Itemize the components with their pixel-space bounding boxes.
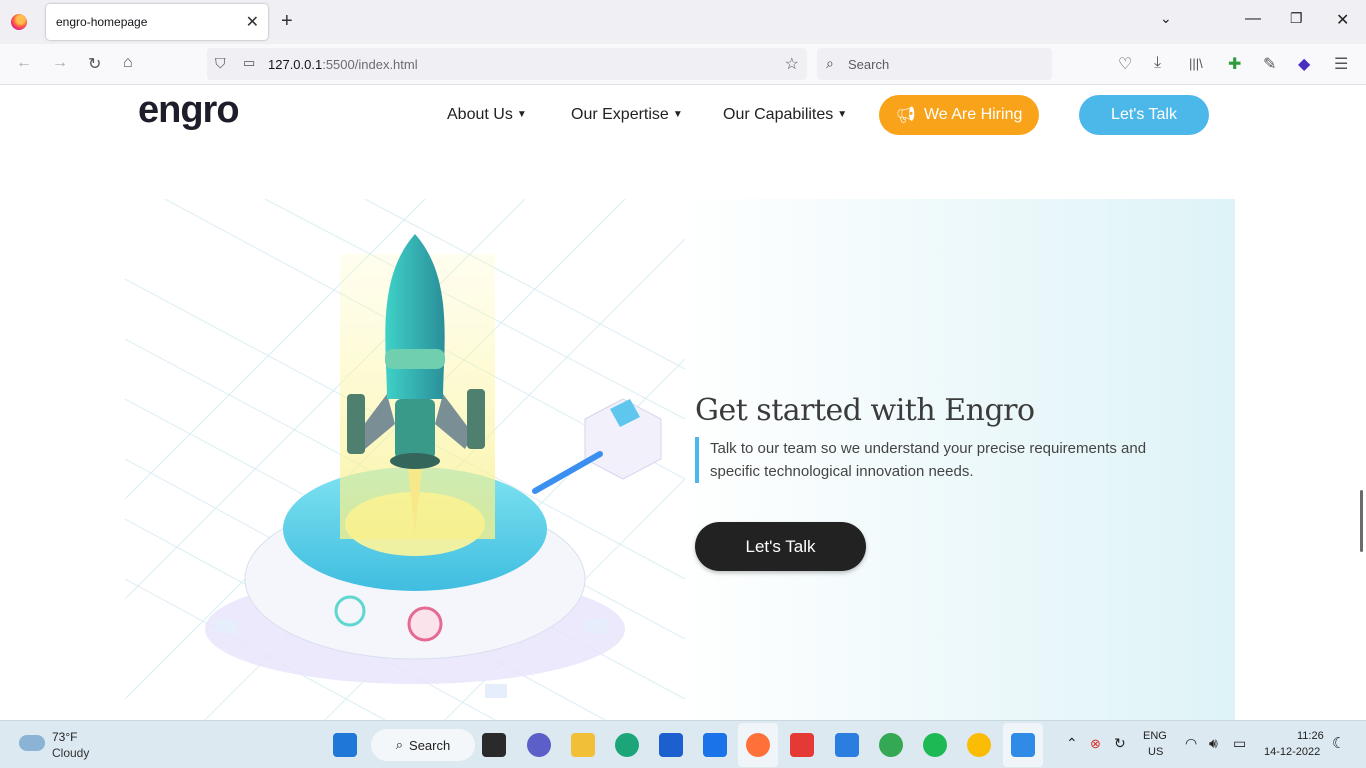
we-are-hiring-button[interactable]: 📢︎ We Are Hiring — [879, 95, 1039, 135]
shield-icon[interactable]: ⛉ — [215, 55, 226, 72]
lets-talk-cta-button[interactable]: Let's Talk — [695, 522, 866, 571]
search-placeholder: Search — [848, 57, 890, 72]
task-view-icon[interactable] — [482, 733, 506, 757]
start-icon[interactable] — [333, 733, 357, 757]
downloads-icon[interactable]: ⤓ — [1154, 54, 1161, 72]
language-top[interactable]: ENG — [1143, 730, 1167, 742]
new-tab-icon[interactable]: + — [281, 10, 293, 33]
wps-office-icon[interactable] — [790, 733, 814, 757]
search-icon: ⌕ — [395, 737, 404, 752]
tab-list-chevron-icon[interactable]: ⌄ — [1160, 10, 1172, 27]
wifi-icon[interactable]: ◠ — [1185, 735, 1197, 752]
page-content: engro About Us ▼ Our Expertise ▼ Our Capab… — [0, 85, 1366, 720]
nav-our-capabilities-label: Our Capabilites — [723, 106, 834, 123]
edge-icon[interactable] — [615, 733, 639, 757]
nav-our-capabilities[interactable]: Our Capabilites ▼ — [723, 106, 847, 124]
bookmark-star-icon[interactable]: ☆ — [785, 54, 799, 74]
nav-about-us-label: About Us — [447, 106, 513, 123]
library-icon[interactable]: |||\ — [1189, 56, 1203, 71]
forward-icon[interactable]: → — [52, 54, 68, 72]
clock-date[interactable]: 14-12-2022 — [1264, 746, 1320, 758]
extension-plus-icon[interactable]: ✚ — [1228, 54, 1241, 74]
nav-our-expertise[interactable]: Our Expertise ▼ — [571, 106, 683, 124]
battery-icon[interactable]: ▭ — [1233, 735, 1246, 752]
home-icon[interactable]: ⌂ — [123, 54, 133, 72]
minimize-icon[interactable]: — — [1245, 10, 1261, 28]
browser-tab[interactable]: engro-homepage ✕ — [46, 4, 268, 40]
store-icon[interactable] — [659, 733, 683, 757]
engro-logo[interactable]: engro — [138, 89, 240, 132]
search-bar[interactable]: ⌕ Search — [817, 48, 1052, 80]
lets-talk-header-button[interactable]: Let's Talk — [1079, 95, 1209, 135]
extension-diamond-icon[interactable]: ◆ — [1298, 54, 1310, 74]
restore-icon[interactable]: ❐ — [1290, 10, 1303, 27]
back-icon[interactable]: ← — [16, 54, 32, 72]
photos-icon[interactable] — [1011, 733, 1035, 757]
pocket-icon[interactable]: ♡ — [1118, 54, 1132, 74]
taskbar-search[interactable]: ⌕ Search — [371, 729, 475, 761]
clock-time[interactable]: 11:26 — [1297, 730, 1324, 742]
sync-icon[interactable]: ↻ — [1114, 735, 1126, 752]
menu-icon[interactable]: ☰ — [1334, 54, 1348, 74]
taskbar-search-label: Search — [409, 737, 451, 753]
caret-down-icon: ▼ — [837, 109, 848, 120]
nav-our-expertise-label: Our Expertise — [571, 106, 669, 123]
chat-icon[interactable] — [527, 733, 551, 757]
close-window-icon[interactable]: ✕ — [1336, 10, 1349, 30]
chrome-profile-icon[interactable] — [967, 733, 991, 757]
focus-moon-icon[interactable]: ☾ — [1332, 734, 1345, 752]
mail-icon[interactable] — [703, 733, 727, 757]
chevron-up-icon[interactable]: ⌃ — [1066, 735, 1078, 752]
page-scrollbar[interactable] — [1360, 490, 1363, 552]
weather-condition[interactable]: Cloudy — [52, 746, 89, 760]
windows-taskbar: 73°F Cloudy ⌕ Search ⌃ ⊗ ↻ ENG US ◠ 🔊︎ ▭… — [0, 720, 1366, 768]
firefox-taskbar-icon[interactable] — [746, 733, 770, 757]
we-are-hiring-label: We Are Hiring — [923, 106, 1023, 123]
firefox-logo-icon[interactable] — [11, 14, 27, 30]
tab-title: engro-homepage — [56, 15, 148, 29]
url-bar[interactable]: ⛉ ▭ 127.0.0.1:5500/index.html ☆ — [207, 48, 807, 80]
url-host: 127.0.0.1 — [268, 57, 323, 72]
hero-section: Get started with Engro Talk to our team … — [125, 199, 1235, 720]
volume-icon[interactable]: 🔊︎ — [1209, 735, 1218, 752]
language-bottom[interactable]: US — [1148, 746, 1163, 758]
url-path: :5500/index.html — [322, 57, 418, 72]
close-tab-icon[interactable]: ✕ — [246, 12, 259, 32]
caret-down-icon: ▼ — [516, 109, 527, 120]
browser-nav-bar: ← → ↻ ⌂ ⛉ ▭ 127.0.0.1:5500/index.html ☆ … — [0, 44, 1366, 85]
hero-title: Get started with Engro — [695, 393, 1035, 428]
spotify-icon[interactable] — [923, 733, 947, 757]
cloud-icon[interactable] — [19, 735, 45, 751]
page-icon: ▭ — [243, 55, 256, 70]
rocket-illustration — [125, 199, 685, 720]
reload-icon[interactable]: ↻ — [88, 54, 101, 74]
chrome-icon[interactable] — [879, 733, 903, 757]
vscode-icon[interactable] — [835, 733, 859, 757]
browser-tab-bar: engro-homepage ✕ + ⌄ — ❐ ✕ — [0, 0, 1366, 44]
hero-description: Talk to our team so we understand your p… — [695, 437, 1175, 483]
search-icon: ⌕ — [826, 55, 834, 71]
megaphone-icon: 📢︎ — [895, 107, 916, 124]
network-error-icon[interactable]: ⊗ — [1090, 736, 1101, 752]
caret-down-icon: ▼ — [672, 109, 683, 120]
weather-temp[interactable]: 73°F — [52, 730, 77, 744]
eyedropper-icon[interactable]: ✎ — [1263, 54, 1276, 74]
url-text: 127.0.0.1:5500/index.html — [268, 57, 418, 72]
file-explorer-icon[interactable] — [571, 733, 595, 757]
nav-about-us[interactable]: About Us ▼ — [447, 106, 527, 124]
